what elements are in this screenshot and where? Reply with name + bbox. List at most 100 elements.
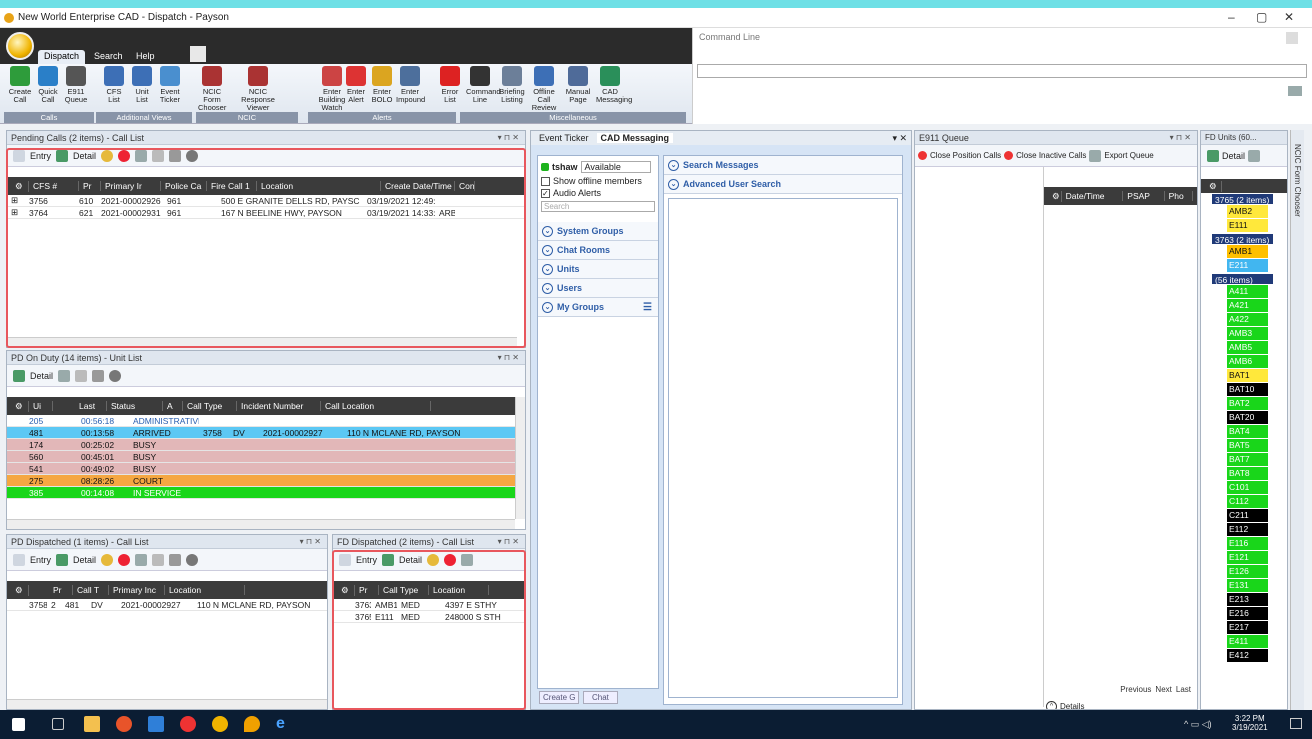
settings-icon[interactable] [186, 553, 199, 566]
minimize-button[interactable]: – [1228, 10, 1235, 24]
filter-icon[interactable] [75, 369, 88, 382]
table-row[interactable]: 3765 E111 MED 248000 S STH [333, 611, 525, 623]
file-explorer-icon[interactable] [84, 716, 100, 732]
menu-icon[interactable]: ☰ [643, 302, 652, 313]
ribbon-button-command[interactable]: Command Line [466, 66, 501, 104]
unit-amb5[interactable]: AMB5 [1227, 341, 1268, 354]
detail-button[interactable]: Detail [1222, 151, 1245, 161]
unit-amb2[interactable]: AMB2 [1227, 205, 1268, 218]
send-icon[interactable] [1288, 86, 1302, 96]
unit-group-header[interactable]: (56 items) [1211, 273, 1274, 285]
ribbon-button-cfs[interactable]: CFS List [100, 66, 128, 104]
settings-icon[interactable]: ⚙ [11, 400, 29, 412]
ribbon-button-create[interactable]: Create Call [6, 66, 34, 104]
unit-amb3[interactable]: AMB3 [1227, 327, 1268, 340]
panel-pin-icon[interactable]: ▾ ⊓ ✕ [1170, 133, 1191, 142]
unit-bat5[interactable]: BAT5 [1227, 439, 1268, 452]
column-header[interactable]: Status [107, 401, 163, 411]
table-row[interactable]: ⊞ 3756 610 2021-00002926 961 500 E GRANITE DE… [7, 195, 525, 207]
advanced-search-section[interactable]: ⌄ Advanced User Search [664, 175, 902, 194]
column-header[interactable]: Primary Ir [101, 181, 161, 191]
settings-icon[interactable] [186, 149, 199, 162]
column-icon[interactable] [1248, 149, 1261, 162]
panel-pin-icon[interactable]: ▾ ⊓ ✕ [498, 133, 519, 142]
table-row[interactable]: 205 00:56:18 ADMINISTRATIVE [7, 415, 525, 427]
unit-c101[interactable]: C101 [1227, 481, 1268, 494]
unit-bat7[interactable]: BAT7 [1227, 453, 1268, 466]
ribbon-button-ncic-form[interactable]: NCIC Form Chooser [198, 66, 226, 112]
unit-bat10[interactable]: BAT10 [1227, 383, 1268, 396]
unit-e411[interactable]: E411 [1227, 635, 1268, 648]
column-header[interactable]: Last [75, 401, 107, 411]
notification-icon[interactable] [1290, 718, 1302, 729]
unit-e211[interactable]: E211 [1227, 259, 1268, 272]
print-icon[interactable] [169, 553, 182, 566]
table-row[interactable]: 3763 AMB1 MED 4397 E STHY [333, 599, 525, 611]
detail-button[interactable]: Detail [73, 151, 96, 161]
unit-amb1[interactable]: AMB1 [1227, 245, 1268, 258]
unit-e131[interactable]: E131 [1227, 579, 1268, 592]
maps-icon[interactable] [244, 716, 260, 732]
audio-alerts-checkbox[interactable]: ✓ [541, 188, 550, 198]
unit-c112[interactable]: C112 [1227, 495, 1268, 508]
panel-pin-icon[interactable]: ▾ ⊓ ✕ [498, 537, 519, 546]
column-header[interactable]: A [163, 401, 183, 411]
section-my-groups[interactable]: ⌄ My Groups ☰ [538, 298, 658, 317]
task-view-icon[interactable] [52, 718, 64, 730]
unit-amb6[interactable]: AMB6 [1227, 355, 1268, 368]
unit-bat20[interactable]: BAT20 [1227, 411, 1268, 424]
app-lifebuoy-icon[interactable] [180, 716, 196, 732]
table-row[interactable]: 481 00:13:58 ARRIVED 3758 DV 2021-00002927 110… [7, 427, 525, 439]
unit-bat4[interactable]: BAT4 [1227, 425, 1268, 438]
table-row[interactable]: ⊞ 3764 621 2021-00002931 961 167 N BEELINE HW… [7, 207, 525, 219]
column-header[interactable]: Incident Number [237, 401, 321, 411]
section-chat-rooms[interactable]: ⌄ Chat Rooms [538, 241, 658, 260]
detail-button[interactable]: Detail [30, 371, 53, 381]
settings-icon[interactable]: ⚙ [1205, 180, 1222, 192]
vertical-scrollbar[interactable] [515, 397, 525, 519]
tab-dispatch[interactable]: Dispatch [38, 50, 86, 64]
ribbon-button-manual[interactable]: Manual Page [564, 66, 592, 104]
column-header[interactable]: Call Type [183, 401, 237, 411]
detail-button[interactable]: Detail [399, 555, 422, 565]
column-header[interactable]: Con [455, 181, 475, 191]
column-header[interactable]: Pr [355, 585, 379, 595]
column-header[interactable]: Ui [29, 401, 53, 411]
chat-button[interactable]: Chat [583, 691, 618, 704]
unit-group-header[interactable]: 3765 (2 items) [1211, 193, 1274, 205]
settings-icon[interactable]: ⚙ [11, 584, 29, 596]
filter-icon[interactable] [152, 553, 165, 566]
unit-e126[interactable]: E126 [1227, 565, 1268, 578]
col-psap[interactable]: PSAP [1123, 191, 1165, 201]
panel-pin-icon[interactable]: ▾ ⊓ ✕ [498, 353, 519, 362]
outlook-icon[interactable] [148, 716, 164, 732]
close-tab-icon[interactable]: ▾ ✕ [892, 133, 911, 144]
tab-event-ticker[interactable]: Event Ticker [535, 133, 593, 143]
settings-icon[interactable]: ⚙ [337, 584, 355, 596]
last-link[interactable]: Last [1176, 685, 1191, 694]
row-expander[interactable]: ⊞ [7, 195, 25, 206]
create-group-button[interactable]: Create G [539, 691, 580, 704]
entry-button[interactable]: Entry [30, 555, 51, 565]
ncic-form-chooser-sidetab[interactable]: NCIC Form Chooser [1290, 130, 1304, 710]
ribbon-button-offline-call[interactable]: Offline Call Review [530, 66, 558, 112]
user-search-input[interactable]: Search [541, 201, 655, 212]
unit-e111[interactable]: E111 [1227, 219, 1268, 232]
print-icon[interactable] [92, 369, 105, 382]
ribbon-button-cad[interactable]: CAD Messaging [596, 66, 632, 104]
tray-icons[interactable]: ^ ▭ ◁) [1184, 719, 1212, 730]
column-icon[interactable] [58, 369, 71, 382]
unit-a421[interactable]: A421 [1227, 299, 1268, 312]
unit-a411[interactable]: A411 [1227, 285, 1268, 298]
table-row[interactable]: 560 00:45:01 BUSY [7, 451, 525, 463]
unit-e213[interactable]: E213 [1227, 593, 1268, 606]
horizontal-scrollbar[interactable] [7, 337, 517, 347]
print-icon[interactable] [169, 149, 182, 162]
maximize-button[interactable]: ▢ [1256, 10, 1267, 24]
settings-icon[interactable] [109, 369, 122, 382]
police-badge-icon[interactable] [427, 553, 440, 566]
column-icon[interactable] [135, 553, 148, 566]
panel-pin-icon[interactable]: ▾ ⊓ ✕ [300, 537, 321, 546]
command-line-input[interactable] [697, 64, 1307, 78]
details-expand-icon[interactable]: ^ [1046, 701, 1057, 709]
